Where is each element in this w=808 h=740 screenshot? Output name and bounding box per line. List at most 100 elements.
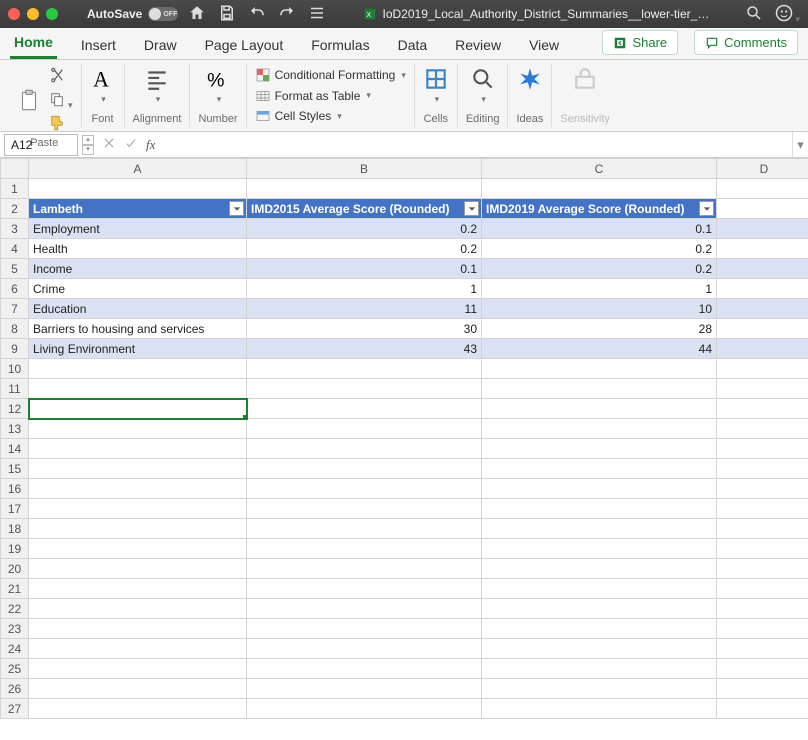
table-cell[interactable]: 43 [247, 339, 482, 359]
row-header-26[interactable]: 26 [1, 679, 29, 699]
col-header-D[interactable]: D [717, 159, 808, 179]
table-cell[interactable]: Health [29, 239, 247, 259]
share-button[interactable]: Share [602, 30, 678, 55]
cell[interactable] [717, 579, 808, 599]
col-header-C[interactable]: C [482, 159, 717, 179]
col-header-B[interactable]: B [247, 159, 482, 179]
cell[interactable] [482, 679, 717, 699]
cell[interactable] [247, 359, 482, 379]
cell[interactable] [717, 379, 808, 399]
table-header-cell[interactable]: IMD2015 Average Score (Rounded) [247, 199, 482, 219]
group-number[interactable]: %▾ Number [190, 64, 246, 127]
table-cell[interactable]: 0.2 [247, 239, 482, 259]
tab-data[interactable]: Data [394, 31, 432, 59]
cell[interactable] [482, 639, 717, 659]
row-header-5[interactable]: 5 [1, 259, 29, 279]
cell[interactable] [482, 399, 717, 419]
row-header-25[interactable]: 25 [1, 659, 29, 679]
cell[interactable] [247, 579, 482, 599]
table-cell[interactable]: Crime [29, 279, 247, 299]
cell[interactable] [482, 559, 717, 579]
cancel-icon[interactable] [102, 136, 116, 153]
row-header-20[interactable]: 20 [1, 559, 29, 579]
table-cell[interactable]: 10 [482, 299, 717, 319]
undo-icon[interactable] [248, 4, 266, 25]
table-cell[interactable]: 1 [482, 279, 717, 299]
row-header-12[interactable]: 12 [1, 399, 29, 419]
cell[interactable] [717, 439, 808, 459]
cell[interactable] [247, 599, 482, 619]
table-cell[interactable]: 28 [482, 319, 717, 339]
tab-page-layout[interactable]: Page Layout [201, 31, 288, 59]
cell[interactable] [29, 699, 247, 719]
name-box[interactable]: A12 [4, 134, 78, 156]
group-font[interactable]: A▾ Font [82, 64, 125, 127]
cell[interactable] [29, 679, 247, 699]
cell[interactable] [717, 559, 808, 579]
spreadsheet-grid[interactable]: ABCD 12LambethIMD2015 Average Score (Rou… [0, 158, 808, 719]
cell[interactable] [29, 599, 247, 619]
cell[interactable] [29, 459, 247, 479]
cell[interactable] [717, 519, 808, 539]
group-cells[interactable]: ▾ Cells [415, 64, 458, 127]
autosave-toggle[interactable]: AutoSave OFF [87, 7, 178, 21]
cell[interactable] [717, 679, 808, 699]
cell[interactable] [247, 179, 482, 199]
row-header-3[interactable]: 3 [1, 219, 29, 239]
cell[interactable] [247, 479, 482, 499]
filter-icon[interactable] [699, 201, 714, 216]
copy-icon[interactable]: ▾ [48, 90, 73, 111]
cell[interactable] [482, 659, 717, 679]
fx-icon[interactable]: fx [146, 137, 155, 153]
tab-home[interactable]: Home [10, 28, 57, 59]
table-cell[interactable]: 44 [482, 339, 717, 359]
cell[interactable] [247, 539, 482, 559]
table-cell[interactable]: 0.2 [247, 219, 482, 239]
row-header-15[interactable]: 15 [1, 459, 29, 479]
cell[interactable] [29, 359, 247, 379]
cell[interactable] [482, 499, 717, 519]
tab-review[interactable]: Review [451, 31, 505, 59]
cell[interactable] [29, 639, 247, 659]
row-header-22[interactable]: 22 [1, 599, 29, 619]
selected-cell[interactable] [29, 399, 247, 419]
select-all-corner[interactable] [1, 159, 29, 179]
enter-icon[interactable] [124, 136, 138, 153]
cell[interactable] [247, 379, 482, 399]
cell[interactable] [482, 479, 717, 499]
comments-button[interactable]: Comments [694, 30, 798, 55]
cell[interactable] [29, 519, 247, 539]
cell[interactable] [29, 559, 247, 579]
cell[interactable] [717, 619, 808, 639]
cell[interactable] [247, 439, 482, 459]
tab-draw[interactable]: Draw [140, 31, 181, 59]
cell[interactable] [717, 639, 808, 659]
row-header-13[interactable]: 13 [1, 419, 29, 439]
row-header-24[interactable]: 24 [1, 639, 29, 659]
namebox-stepper[interactable]: ▴▾ [82, 135, 94, 155]
cell[interactable] [247, 619, 482, 639]
table-header-cell[interactable]: IMD2019 Average Score (Rounded) [482, 199, 717, 219]
account-icon[interactable]: ▾ [775, 4, 800, 25]
table-header-cell[interactable]: Lambeth [29, 199, 247, 219]
cell[interactable] [247, 679, 482, 699]
group-alignment[interactable]: ▾ Alignment [125, 64, 191, 127]
cell[interactable] [29, 439, 247, 459]
cell[interactable] [717, 499, 808, 519]
row-header-14[interactable]: 14 [1, 439, 29, 459]
tab-view[interactable]: View [525, 31, 563, 59]
row-header-18[interactable]: 18 [1, 519, 29, 539]
tab-insert[interactable]: Insert [77, 31, 120, 59]
table-cell[interactable]: Employment [29, 219, 247, 239]
row-header-4[interactable]: 4 [1, 239, 29, 259]
table-cell[interactable]: 0.2 [482, 239, 717, 259]
home-icon[interactable] [188, 4, 206, 25]
cell[interactable] [717, 659, 808, 679]
row-header-19[interactable]: 19 [1, 539, 29, 559]
cell[interactable] [29, 499, 247, 519]
cell[interactable] [717, 399, 808, 419]
formula-input[interactable] [169, 134, 792, 156]
cell[interactable] [717, 459, 808, 479]
paste-button[interactable] [16, 88, 42, 114]
row-header-23[interactable]: 23 [1, 619, 29, 639]
